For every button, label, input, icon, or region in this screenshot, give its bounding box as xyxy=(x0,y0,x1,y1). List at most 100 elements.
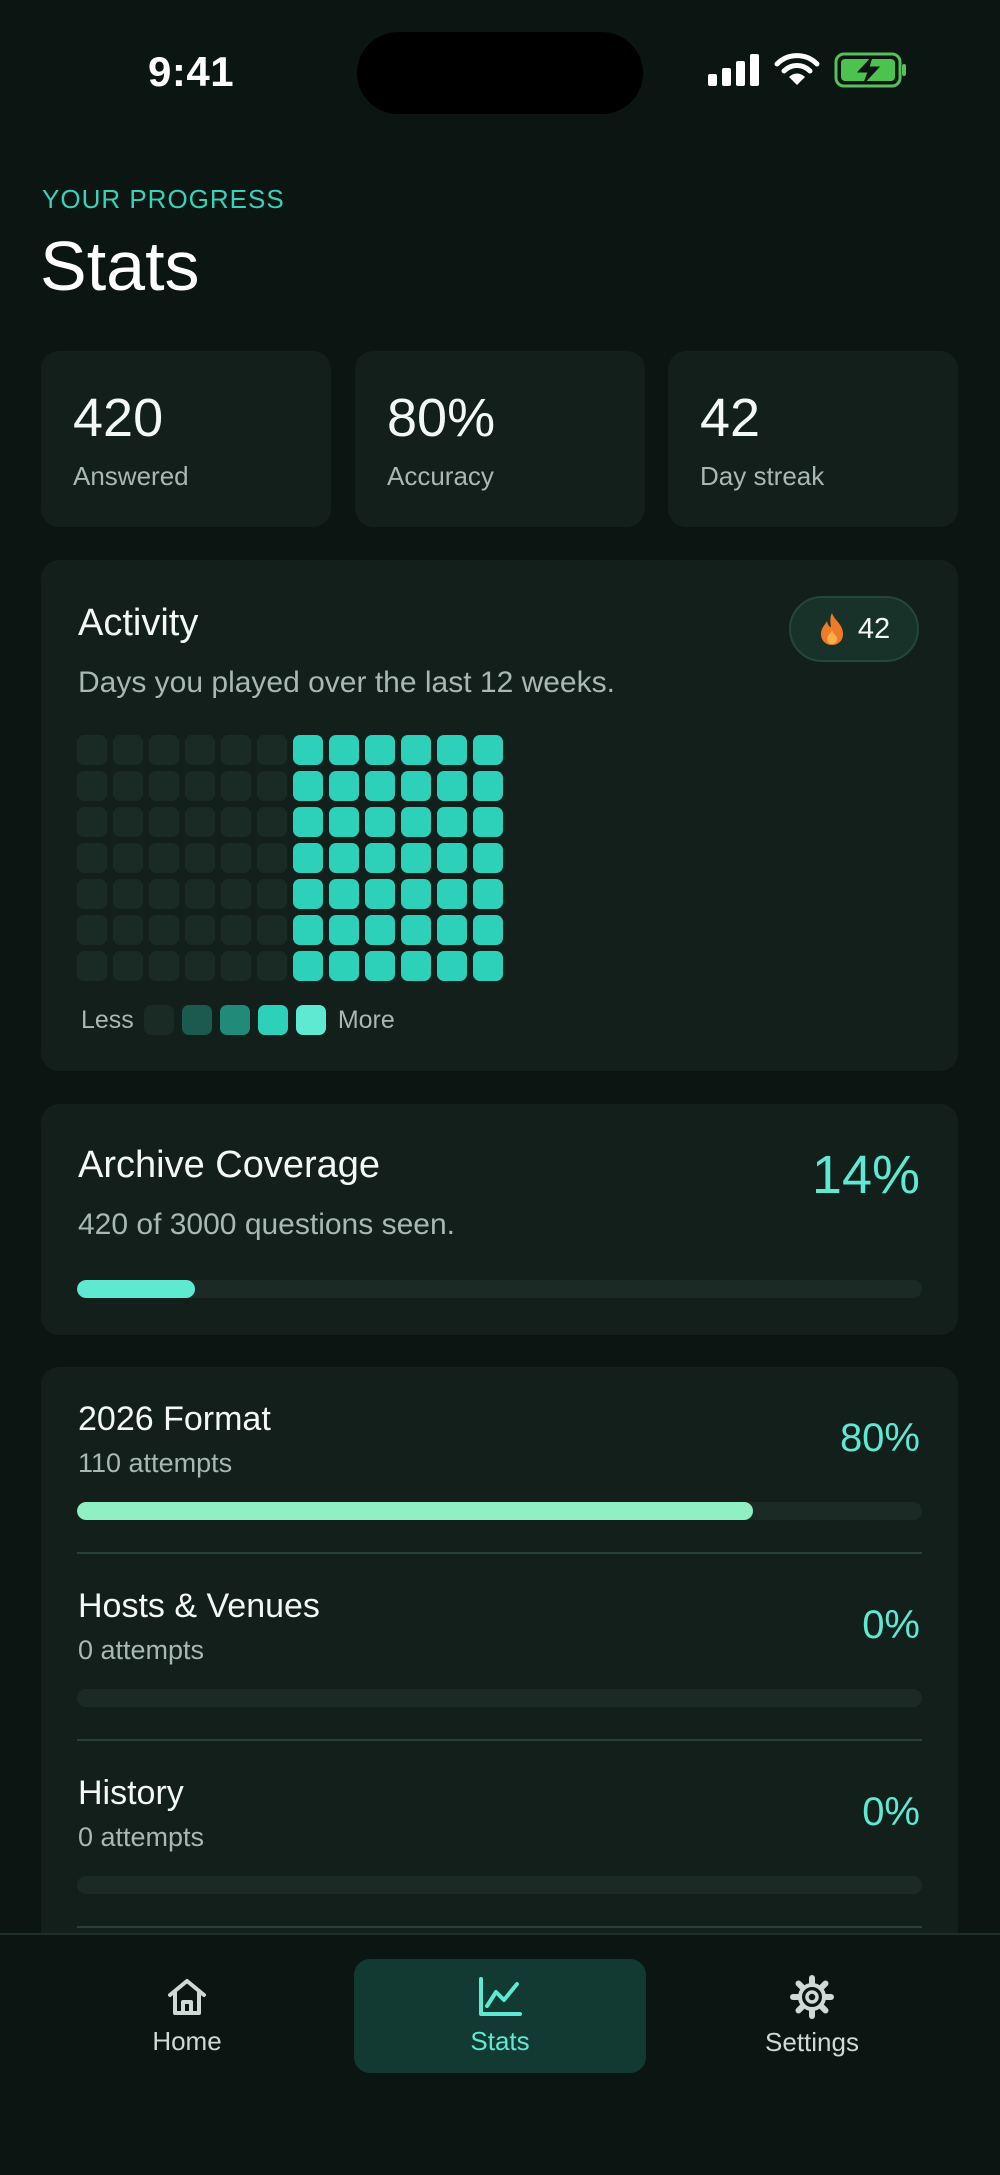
section-kicker: YOUR PROGRESS xyxy=(42,184,285,214)
status-time: 9:41 xyxy=(148,48,235,95)
heatmap-cell xyxy=(221,951,251,981)
heatmap-cell xyxy=(365,843,395,873)
cellular-signal-icon xyxy=(708,54,759,86)
heatmap-cell xyxy=(185,843,215,873)
heatmap-cell xyxy=(473,843,503,873)
heatmap-cell xyxy=(77,843,107,873)
activity-card: Activity Days you played over the last 1… xyxy=(41,560,958,1071)
heatmap-cell xyxy=(473,807,503,837)
coverage-progress-track xyxy=(77,1280,922,1298)
heatmap-cell xyxy=(113,915,143,945)
heatmap-cell xyxy=(257,879,287,909)
heatmap-cell xyxy=(113,951,143,981)
stat-card-accuracy: 80% Accuracy xyxy=(355,351,645,527)
heatmap-cell xyxy=(257,771,287,801)
heatmap-cell xyxy=(185,915,215,945)
tab-home[interactable]: Home xyxy=(41,1959,333,2073)
heatmap-cell xyxy=(437,915,467,945)
heatmap-cell xyxy=(113,771,143,801)
heatmap-cell xyxy=(221,843,251,873)
heatmap-cell xyxy=(293,735,323,765)
coverage-subtitle: 420 of 3000 questions seen. xyxy=(78,1208,455,1241)
heatmap-cell xyxy=(329,915,359,945)
heatmap-cell xyxy=(77,915,107,945)
activity-title: Activity xyxy=(78,602,199,644)
tab-label: Stats xyxy=(470,2025,530,2056)
heatmap-cell xyxy=(401,879,431,909)
status-icons xyxy=(708,52,908,88)
heatmap-cell xyxy=(185,879,215,909)
heatmap-cell xyxy=(365,807,395,837)
coverage-progress-fill xyxy=(77,1280,196,1298)
heatmap-cell xyxy=(185,951,215,981)
coverage-title: Archive Coverage xyxy=(78,1144,381,1186)
heatmap-cell xyxy=(149,807,179,837)
heatmap-cell xyxy=(149,771,179,801)
heatmap-cell xyxy=(221,807,251,837)
stat-value: 80% xyxy=(387,388,496,448)
legend-swatch xyxy=(143,1005,174,1035)
chart-icon xyxy=(479,1976,522,2016)
heatmap-cell xyxy=(329,771,359,801)
tab-bar: Home Stats Settings xyxy=(0,1933,1000,2175)
activity-subtitle: Days you played over the last 12 weeks. xyxy=(78,666,615,699)
heatmap-cell xyxy=(293,951,323,981)
heatmap-cell xyxy=(113,807,143,837)
heatmap-cell xyxy=(77,951,107,981)
heatmap-cell xyxy=(401,807,431,837)
heatmap-cell xyxy=(257,915,287,945)
category-name: History xyxy=(78,1774,184,1812)
heatmap-cell xyxy=(293,879,323,909)
page-title: Stats xyxy=(40,227,200,305)
stat-value: 420 xyxy=(73,388,164,448)
heatmap-cell xyxy=(329,951,359,981)
heatmap-cell xyxy=(401,843,431,873)
divider xyxy=(77,1739,922,1741)
category-progress-track xyxy=(77,1689,922,1707)
heatmap-cell xyxy=(149,879,179,909)
wifi-icon xyxy=(774,53,820,85)
heatmap-cell xyxy=(221,915,251,945)
heatmap-cell xyxy=(149,951,179,981)
heatmap-cell xyxy=(473,879,503,909)
tab-stats[interactable]: Stats xyxy=(354,1959,646,2073)
heatmap-cell xyxy=(473,915,503,945)
heatmap-cell xyxy=(401,771,431,801)
heatmap-cell xyxy=(365,951,395,981)
stat-label: Answered xyxy=(73,461,189,491)
home-icon xyxy=(168,1978,206,2015)
heatmap-cell xyxy=(113,843,143,873)
heatmap-cell xyxy=(185,735,215,765)
flame-icon xyxy=(820,613,843,645)
heatmap-cell xyxy=(437,735,467,765)
legend-swatch xyxy=(219,1005,250,1035)
heatmap-cell xyxy=(473,735,503,765)
stat-card-answered: 420 Answered xyxy=(41,351,331,527)
heatmap-cell xyxy=(293,843,323,873)
legend-more-label: More xyxy=(337,1005,395,1034)
heatmap-cell xyxy=(401,915,431,945)
category-attempts: 0 attempts xyxy=(78,1635,205,1665)
tab-settings[interactable]: Settings xyxy=(666,1959,958,2073)
stat-value: 42 xyxy=(700,388,761,448)
stat-card-day-streak: 42 Day streak xyxy=(668,351,958,527)
heatmap-cell xyxy=(437,951,467,981)
heatmap-cell xyxy=(293,807,323,837)
heatmap-cell xyxy=(77,879,107,909)
heatmap-cell xyxy=(365,879,395,909)
heatmap-cell xyxy=(185,771,215,801)
legend-swatch xyxy=(181,1005,212,1035)
heatmap-cell xyxy=(329,735,359,765)
category-progress-track xyxy=(77,1502,922,1520)
heatmap-cell xyxy=(329,843,359,873)
heatmap-cell xyxy=(365,915,395,945)
heatmap-cell xyxy=(113,735,143,765)
gear-icon xyxy=(790,1974,834,2019)
battery-charging-icon xyxy=(834,52,906,88)
heatmap-cell xyxy=(221,879,251,909)
heatmap-cell xyxy=(221,771,251,801)
heatmap-cell xyxy=(77,735,107,765)
heatmap-cell xyxy=(221,735,251,765)
heatmap-cell xyxy=(329,807,359,837)
heatmap-cell xyxy=(185,807,215,837)
